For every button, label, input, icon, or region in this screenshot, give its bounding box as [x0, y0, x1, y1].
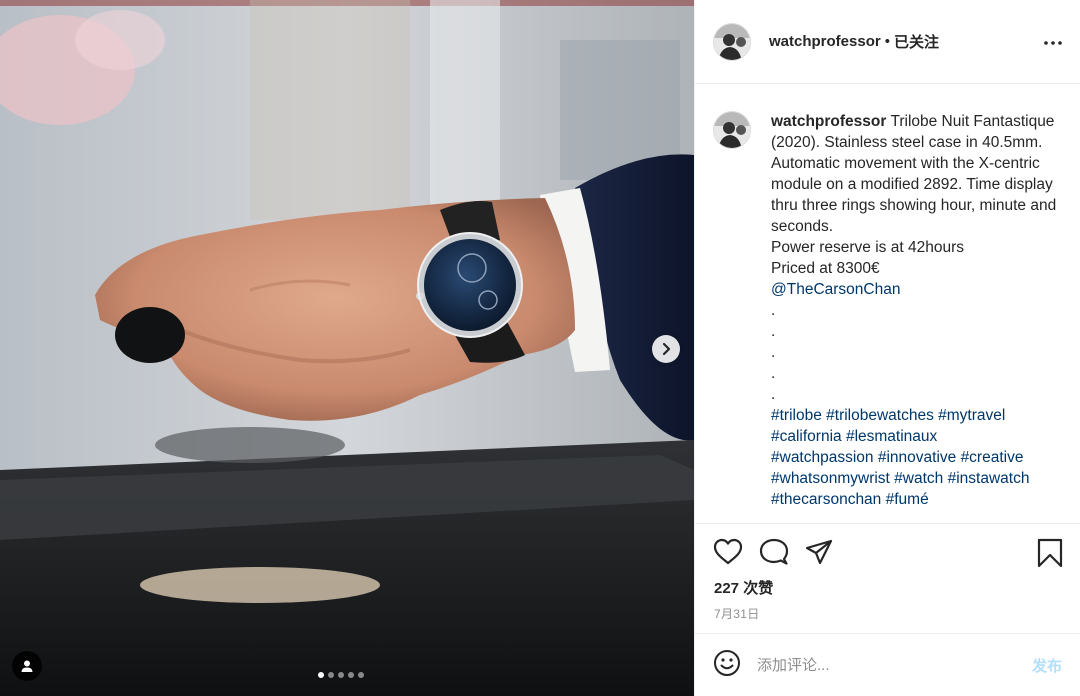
carousel-indicator [318, 672, 364, 678]
chevron-right-icon [662, 342, 671, 356]
follow-status-button[interactable]: 已关注 [894, 31, 939, 52]
post-comment-button[interactable]: 发布 [1032, 655, 1062, 676]
comment-icon [759, 538, 789, 565]
caption-spacer-dot: . [771, 386, 776, 403]
carousel-dot [318, 672, 324, 678]
hashtag-line[interactable]: #watchpassion #innovative #creative [771, 447, 1062, 468]
hashtag-line[interactable]: #whatsonmywrist #watch #instawatch [771, 468, 1062, 489]
post-actions: 227 次赞 7月31日 [695, 523, 1080, 633]
post-date[interactable]: 7月31日 [714, 605, 760, 622]
hashtag-line[interactable]: #california #lesmatinaux [771, 426, 1062, 447]
like-button[interactable] [713, 538, 743, 571]
action-icon-row [713, 538, 1064, 568]
carousel-dot [338, 672, 344, 678]
caption-spacer-dot: . [771, 302, 776, 319]
avatar[interactable] [713, 22, 751, 61]
caption-body: Trilobe Nuit Fantastique (2020). Stainle… [771, 113, 1057, 235]
user-tag-icon [21, 660, 33, 672]
hashtag-line[interactable]: #thecarsonchan #fumé [771, 489, 1062, 510]
more-options-button[interactable] [1044, 32, 1062, 50]
tagged-users-button[interactable] [12, 651, 42, 681]
hashtag-line[interactable]: #trilobe #trilobewatches #mytravel [771, 405, 1062, 426]
header-separator: • [884, 33, 890, 50]
emoji-icon [714, 649, 740, 676]
send-icon [805, 539, 833, 565]
caption-username[interactable]: watchprofessor [771, 113, 886, 130]
avatar-image [714, 23, 750, 60]
post-caption: watchprofessor Trilobe Nuit Fantastique … [695, 84, 1080, 523]
post-photo[interactable] [0, 0, 694, 696]
post-header: watchprofessor • 已关注 [695, 0, 1080, 84]
carousel-dot [328, 672, 334, 678]
comment-button[interactable] [759, 538, 789, 571]
caption-text: watchprofessor Trilobe Nuit Fantastique … [771, 111, 1062, 523]
save-button[interactable] [1036, 538, 1064, 573]
caption-mention-link[interactable]: @TheCarsonChan [771, 279, 1062, 300]
carousel-dot [358, 672, 364, 678]
caption-line: Priced at 8300€ [771, 260, 880, 277]
comment-input[interactable] [757, 656, 997, 674]
watch-photo-image [0, 0, 694, 696]
avatar-image [714, 112, 750, 148]
emoji-button[interactable] [713, 649, 741, 682]
caption-spacer-dot: . [771, 344, 776, 361]
bookmark-icon [1037, 538, 1063, 568]
comment-box: 发布 [695, 633, 1080, 696]
share-button[interactable] [804, 538, 834, 571]
post-author-username[interactable]: watchprofessor [769, 33, 881, 50]
heart-icon [713, 538, 743, 565]
carousel-dot [348, 672, 354, 678]
caption-spacer-dot: . [771, 365, 776, 382]
more-horizontal-icon [1044, 41, 1062, 45]
caption-spacer-dot: . [771, 323, 776, 340]
post-side-panel: watchprofessor • 已关注 watchprofessor Tril… [694, 0, 1080, 696]
caption-line: Power reserve is at 42hours [771, 239, 964, 256]
caption-avatar[interactable] [713, 111, 751, 149]
like-count[interactable]: 227 次赞 [714, 577, 773, 598]
next-slide-button[interactable] [652, 335, 680, 363]
